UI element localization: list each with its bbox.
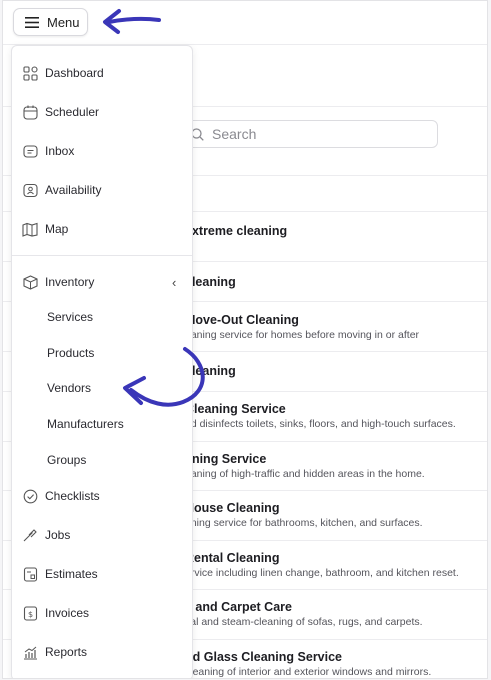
sidebar-item-label: Scheduler — [45, 105, 100, 119]
sidebar-subitem-vendors[interactable]: Vendors — [12, 374, 192, 402]
sidebar-item-label: Reports — [45, 645, 88, 659]
sidebar-subitem-manufacturers[interactable]: Manufacturers — [12, 410, 192, 438]
sidebar-item-label: Map — [45, 222, 69, 236]
menu-button[interactable]: Menu — [13, 8, 88, 36]
estimates-icon — [22, 566, 38, 582]
checklist-icon — [22, 488, 38, 504]
sidebar-subitem-services[interactable]: Services — [12, 303, 192, 331]
invoice-icon: $ — [22, 605, 38, 621]
search-placeholder: Search — [212, 126, 257, 142]
sidebar-item-inbox[interactable]: Inbox — [12, 136, 192, 166]
svg-text:$: $ — [27, 610, 32, 619]
list-item-description: aning service for bathrooms, kitchen, an… — [185, 517, 423, 529]
sidebar-item-label: Availability — [45, 183, 102, 197]
dashboard-icon — [22, 65, 38, 81]
box-icon — [22, 274, 38, 290]
list-item-title: nd Glass Cleaning Service — [185, 650, 343, 664]
calendar-icon — [22, 104, 38, 120]
list-item-description: eaning service for homes before moving i… — [185, 329, 420, 341]
sidebar-item-label: Jobs — [45, 528, 71, 542]
sidebar-item-label: Dashboard — [45, 66, 104, 80]
chevron-left-icon: ‹ — [172, 274, 177, 290]
sidebar-subitem-label: Services — [47, 310, 94, 324]
sidebar-item-label: Inventory — [45, 275, 95, 289]
search-input[interactable]: Search — [178, 120, 438, 148]
jobs-icon — [22, 527, 38, 543]
list-item-description: val and steam-cleaning of sofas, rugs, a… — [185, 616, 423, 628]
sidebar-item-label: Invoices — [45, 606, 90, 620]
sidebar-item-reports[interactable]: Reports — [12, 637, 192, 667]
map-icon — [22, 221, 38, 237]
sidebar-item-label: Inbox — [45, 144, 75, 158]
sidebar-item-estimates[interactable]: Estimates — [12, 559, 192, 589]
list-item-title: House Cleaning — [185, 501, 280, 515]
list-item-title: Cleaning Service — [185, 402, 286, 416]
reports-icon — [22, 644, 38, 660]
sidebar-item-map[interactable]: Map — [12, 214, 192, 244]
list-item-description: nd disinfects toilets, sinks, floors, an… — [185, 418, 456, 430]
sidebar-item-availability[interactable]: Availability — [12, 175, 192, 205]
list-item-description: ervice including linen change, bathroom,… — [185, 567, 459, 579]
hamburger-icon — [25, 16, 39, 28]
list-item-title: y and Carpet Care — [185, 600, 292, 614]
sidebar-item-jobs[interactable]: Jobs — [12, 520, 192, 550]
sidebar-item-label: Estimates — [45, 567, 98, 581]
sidebar-item-invoices[interactable]: $ Invoices — [12, 598, 192, 628]
sidebar-item-dashboard[interactable]: Dashboard — [12, 58, 192, 88]
sidebar-item-inventory[interactable]: Inventory ‹ — [12, 267, 192, 297]
sidebar-item-label: Checklists — [45, 489, 100, 503]
sidebar-subitem-label: Manufacturers — [47, 417, 124, 431]
sidebar-subitem-label: Groups — [47, 453, 87, 467]
list-item-title: extreme cleaning — [185, 224, 288, 238]
sidebar-subitem-label: Products — [47, 346, 95, 360]
availability-icon — [22, 182, 38, 198]
list-item-description: eaning of high-traffic and hidden areas … — [185, 468, 425, 480]
top-bar: Menu — [3, 1, 487, 45]
list-item-title: Move-Out Cleaning — [185, 313, 299, 327]
sidebar-item-checklists[interactable]: Checklists — [12, 481, 192, 511]
app-window: Menu Search extreme cleaning cleaning Mo… — [2, 0, 488, 679]
sidebar-divider — [12, 255, 192, 256]
sidebar-item-scheduler[interactable]: Scheduler — [12, 97, 192, 127]
list-item-description: cleaning of interior and exterior window… — [185, 666, 432, 678]
list-item-title: Rental Cleaning — [185, 551, 280, 565]
sidebar-subitem-products[interactable]: Products — [12, 339, 192, 367]
sidebar-subitem-label: Vendors — [47, 381, 92, 395]
menu-button-label: Menu — [47, 14, 80, 30]
inbox-icon — [22, 143, 38, 159]
navigation-drawer: Dashboard Scheduler Inbox Availability M — [11, 45, 193, 678]
list-item-title: aning Service — [185, 452, 267, 466]
sidebar-subitem-groups[interactable]: Groups — [12, 446, 192, 474]
